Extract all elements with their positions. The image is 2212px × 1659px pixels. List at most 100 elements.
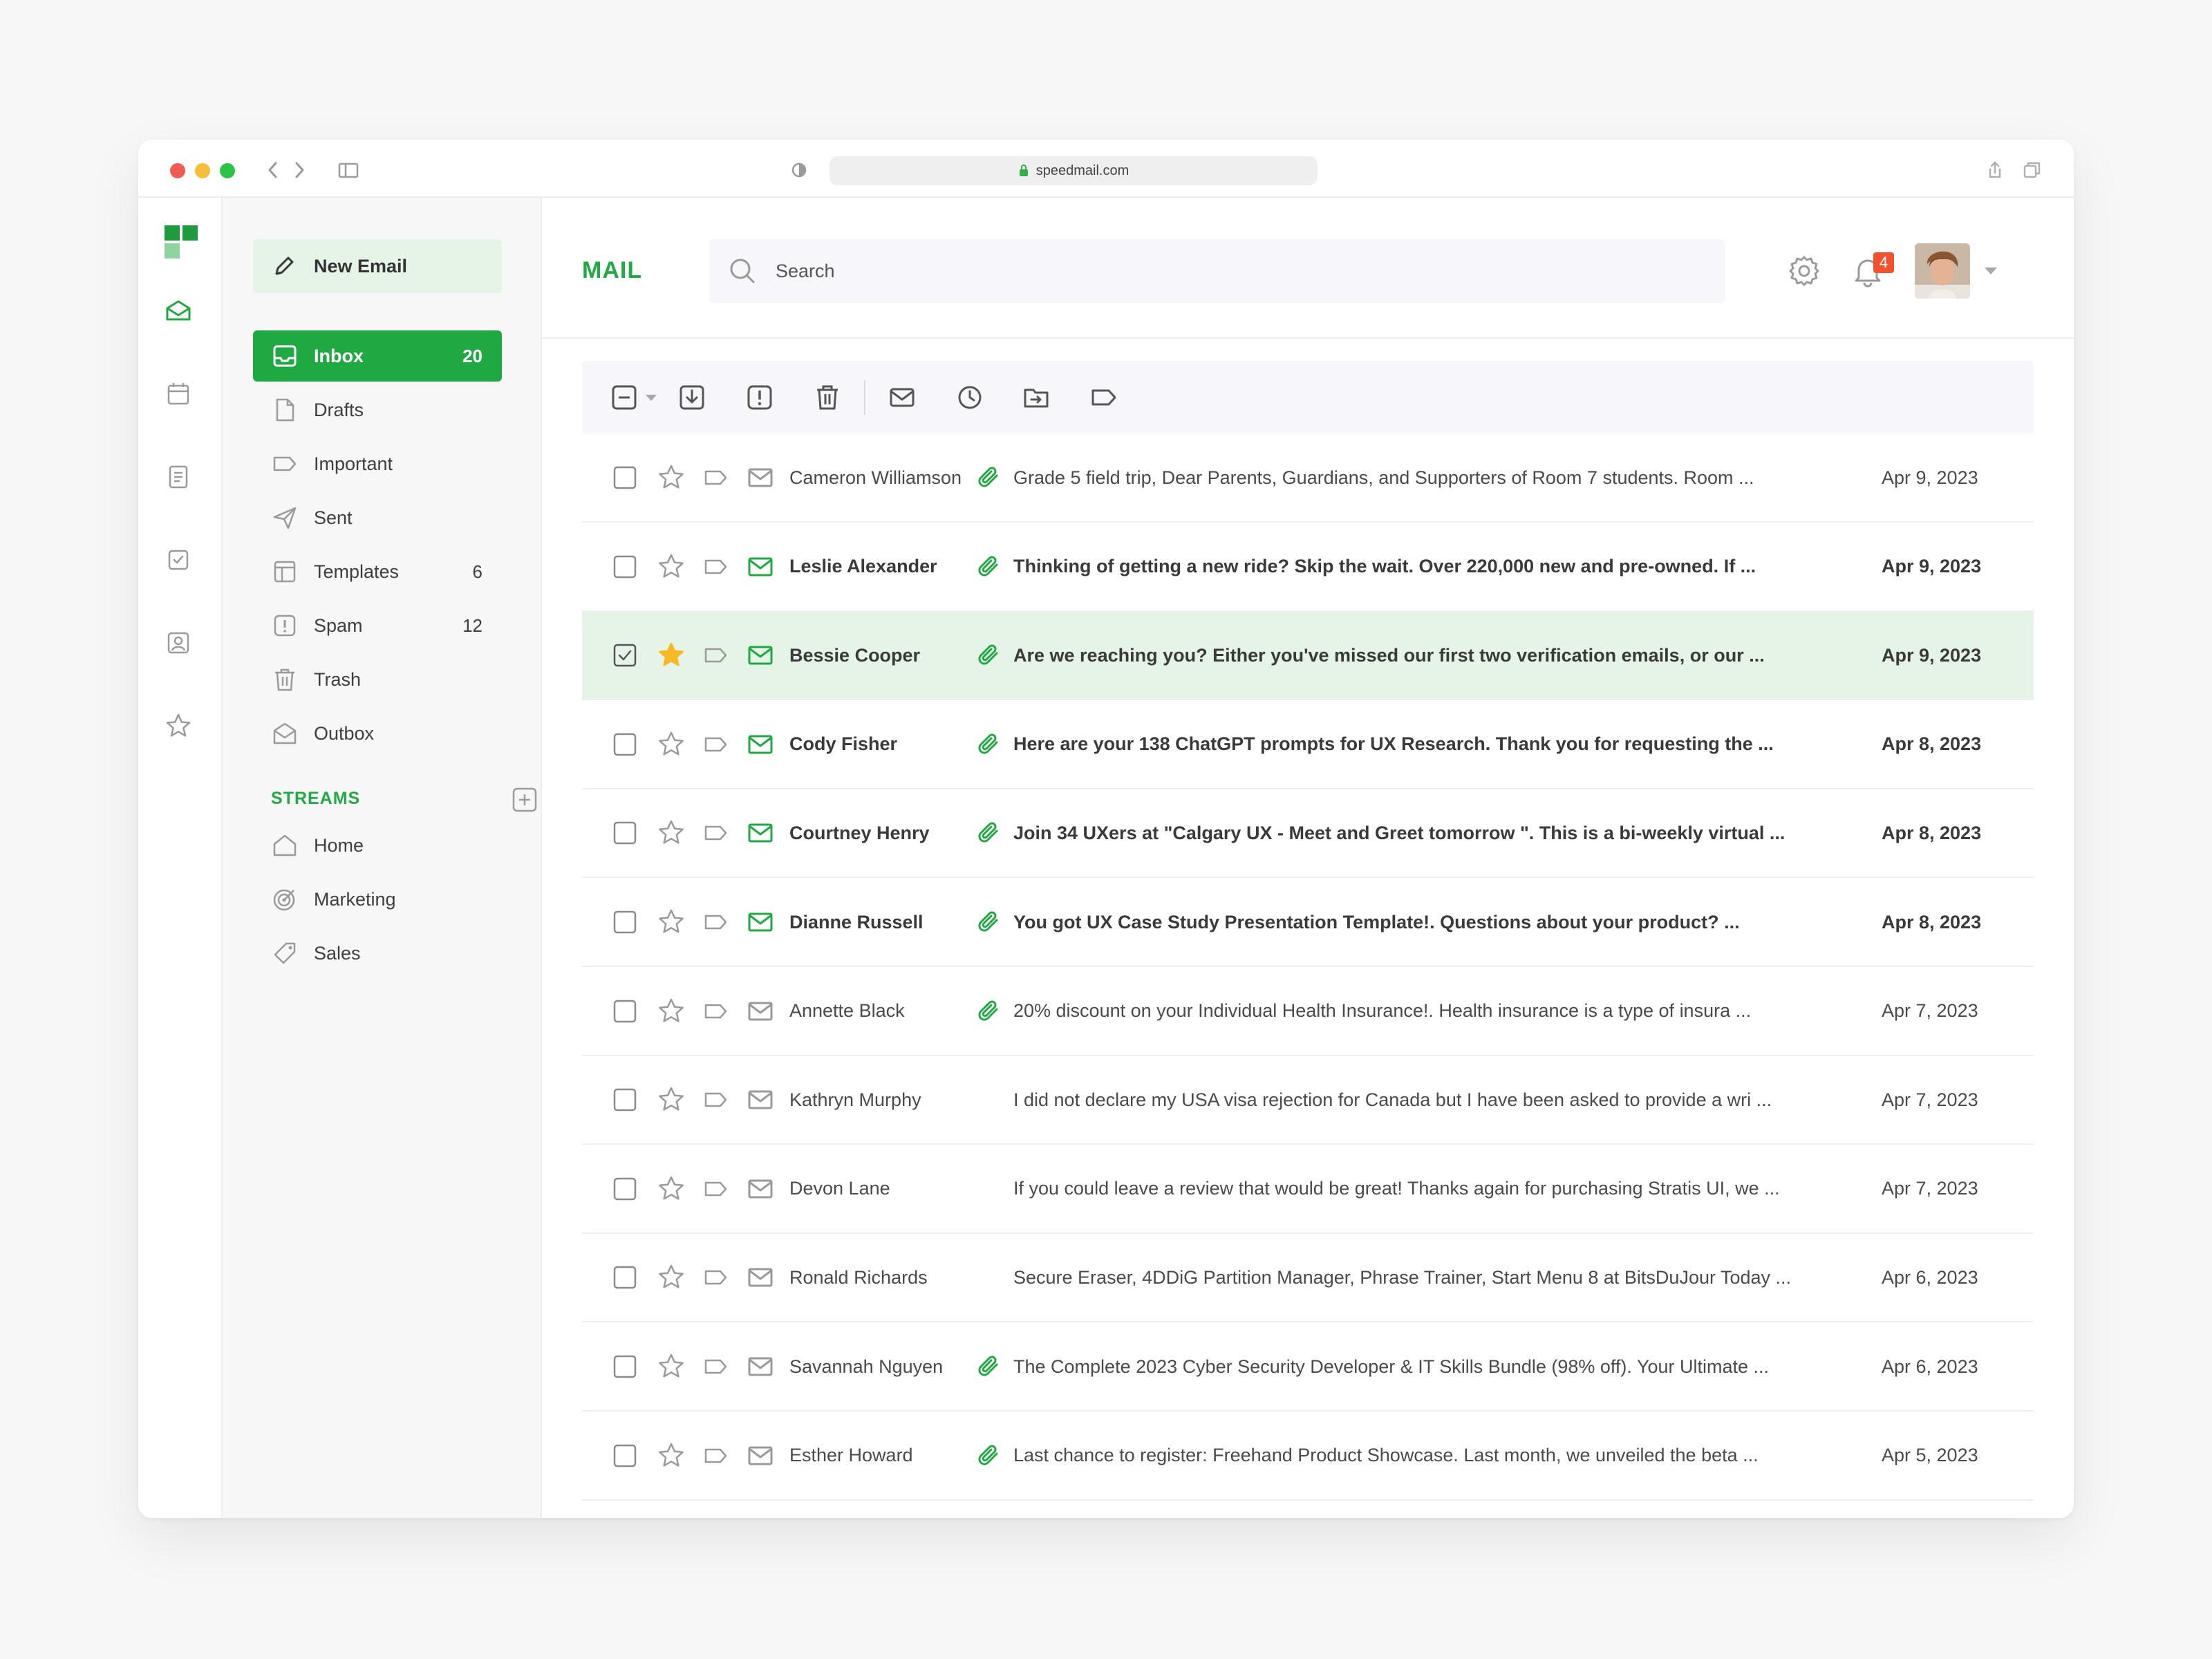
email-row[interactable]: Ronald Richards Secure Eraser, 4DDiG Part… (582, 1234, 2034, 1323)
stream-item-sales[interactable]: Sales (253, 928, 502, 979)
close-window-button[interactable] (170, 163, 185, 178)
row-checkbox-icon[interactable] (612, 1443, 637, 1468)
read-mail-icon[interactable] (747, 464, 774, 491)
email-row[interactable]: Leslie Alexander Thinking of getting a ne… (582, 523, 2034, 612)
email-row[interactable]: Courtney Henry Join 34 UXers at "Calgary … (582, 789, 2034, 879)
star-icon[interactable] (657, 463, 686, 492)
report-spam-icon[interactable] (745, 383, 774, 412)
email-row[interactable]: Esther Howard Last chance to register: Fr… (582, 1412, 2034, 1501)
sidebar-item-templates[interactable]: Templates 6 (253, 546, 502, 597)
star-icon[interactable] (657, 1441, 686, 1470)
star-filled-icon[interactable] (657, 641, 686, 670)
label-tag-icon[interactable] (702, 908, 730, 936)
sidebar-item-sent[interactable]: Sent (253, 492, 502, 543)
address-bar[interactable]: speedmail.com (830, 156, 1318, 185)
read-mail-icon[interactable] (747, 1175, 774, 1203)
sidebar-item-drafts[interactable]: Drafts (253, 384, 502, 435)
notes-icon[interactable] (163, 462, 194, 492)
row-checkbox-icon[interactable] (612, 1177, 637, 1201)
row-checkbox-icon[interactable] (612, 465, 637, 490)
apply-label-icon[interactable] (1089, 383, 1118, 412)
contacts-icon[interactable] (163, 628, 194, 658)
email-row[interactable]: Dianne Russell You got UX Case Study Pres… (582, 879, 2034, 967)
unread-mail-icon[interactable] (747, 908, 774, 936)
sidebar-item-inbox[interactable]: Inbox 20 (253, 330, 502, 382)
email-row[interactable]: Savannah Nguyen The Complete 2023 Cyber S… (582, 1323, 2034, 1412)
search-bar[interactable] (709, 239, 1725, 303)
email-row[interactable]: Kathryn Murphy I did not declare my USA v… (582, 1056, 2034, 1145)
row-checkbox-icon[interactable] (612, 999, 637, 1024)
label-tag-icon[interactable] (702, 1442, 730, 1470)
label-tag-icon[interactable] (702, 819, 730, 847)
read-mail-icon[interactable] (747, 1264, 774, 1291)
star-icon[interactable] (657, 908, 686, 937)
back-arrow-icon[interactable] (263, 158, 283, 182)
star-icon[interactable] (657, 1263, 686, 1292)
star-icon[interactable] (657, 818, 686, 847)
label-tag-icon[interactable] (702, 1264, 730, 1291)
mail-icon[interactable] (163, 296, 194, 326)
forward-arrow-icon[interactable] (289, 158, 310, 182)
email-row[interactable]: Annette Black 20% discount on your Indivi… (582, 968, 2034, 1056)
email-row[interactable]: Cody Fisher Here are your 138 ChatGPT pro… (582, 701, 2034, 789)
read-mail-icon[interactable] (747, 1442, 774, 1470)
star-icon[interactable] (657, 1174, 686, 1203)
label-tag-icon[interactable] (702, 731, 730, 758)
select-all-checkbox-icon[interactable] (610, 383, 639, 412)
move-to-folder-icon[interactable] (1022, 383, 1051, 412)
select-dropdown-chevron-icon[interactable] (644, 393, 658, 402)
sidebar-item-important[interactable]: Important (253, 438, 502, 489)
label-tag-icon[interactable] (702, 997, 730, 1025)
add-stream-icon[interactable] (512, 787, 538, 813)
row-checkbox-icon[interactable] (612, 1087, 637, 1112)
sidebar-toggle-icon[interactable] (337, 159, 359, 181)
label-tag-icon[interactable] (702, 1086, 730, 1114)
row-checkbox-icon[interactable] (612, 1354, 637, 1379)
star-icon[interactable] (657, 1352, 686, 1381)
label-tag-icon[interactable] (702, 464, 730, 491)
unread-mail-icon[interactable] (747, 553, 774, 581)
calendar-icon[interactable] (163, 379, 194, 409)
new-email-button[interactable]: New Email (253, 239, 502, 293)
user-avatar[interactable] (1915, 243, 1970, 299)
privacy-shield-icon[interactable] (788, 159, 810, 181)
label-tag-icon[interactable] (702, 553, 730, 581)
mark-as-read-icon[interactable] (888, 383, 917, 412)
star-icon[interactable] (657, 730, 686, 759)
row-checkbox-checked-icon[interactable] (612, 643, 637, 668)
read-mail-icon[interactable] (747, 997, 774, 1025)
sidebar-item-spam[interactable]: Spam 12 (253, 600, 502, 651)
chevron-down-icon[interactable] (1983, 264, 1999, 278)
tabs-overview-icon[interactable] (2021, 159, 2043, 181)
sidebar-item-trash[interactable]: Trash (253, 654, 502, 705)
archive-icon[interactable] (677, 383, 706, 412)
email-row[interactable]: Bessie Cooper Are we reaching you? Either… (582, 612, 2034, 701)
starred-icon[interactable] (163, 711, 194, 741)
maximize-window-button[interactable] (220, 163, 235, 178)
label-tag-icon[interactable] (702, 1353, 730, 1380)
search-input[interactable] (776, 260, 1605, 282)
tasks-icon[interactable] (163, 545, 194, 575)
read-mail-icon[interactable] (747, 1086, 774, 1114)
row-checkbox-icon[interactable] (612, 910, 637, 935)
star-icon[interactable] (657, 1085, 686, 1114)
label-tag-icon[interactable] (702, 1175, 730, 1203)
star-icon[interactable] (657, 552, 686, 581)
email-row[interactable]: Devon Lane If you could leave a review th… (582, 1145, 2034, 1234)
delete-icon[interactable] (813, 383, 842, 412)
stream-item-home[interactable]: Home (253, 820, 502, 871)
unread-mail-icon[interactable] (747, 731, 774, 758)
settings-gear-icon[interactable] (1786, 253, 1822, 289)
label-tag-icon[interactable] (702, 641, 730, 669)
snooze-clock-icon[interactable] (955, 383, 984, 412)
minimize-window-button[interactable] (195, 163, 210, 178)
row-checkbox-icon[interactable] (612, 732, 637, 757)
email-row[interactable]: Cameron Williamson Grade 5 field trip, De… (582, 434, 2034, 523)
read-mail-icon[interactable] (747, 1353, 774, 1380)
star-icon[interactable] (657, 997, 686, 1026)
stream-item-marketing[interactable]: Marketing (253, 874, 502, 925)
row-checkbox-icon[interactable] (612, 1265, 637, 1290)
sidebar-item-outbox[interactable]: Outbox (253, 708, 502, 759)
row-checkbox-icon[interactable] (612, 554, 637, 579)
unread-mail-icon[interactable] (747, 641, 774, 669)
